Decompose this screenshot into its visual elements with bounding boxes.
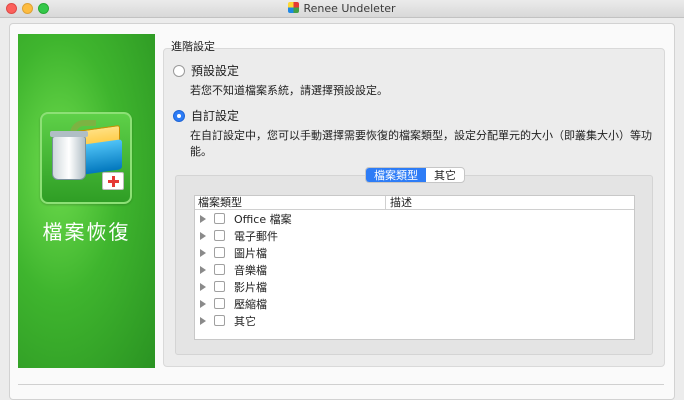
group-title: 進階設定 bbox=[171, 40, 215, 53]
column-header-file-type[interactable]: 檔案類型 bbox=[198, 196, 242, 210]
tab-file-types[interactable]: 檔案類型 bbox=[366, 168, 426, 182]
window-title-text: Renee Undeleter bbox=[303, 2, 396, 15]
row-checkbox[interactable] bbox=[214, 247, 225, 258]
row-label: 影片檔 bbox=[234, 280, 267, 294]
column-header-description[interactable]: 描述 bbox=[385, 196, 412, 210]
table-row[interactable]: 音樂檔 bbox=[195, 261, 634, 278]
custom-settings-label[interactable]: 自訂設定 bbox=[191, 107, 239, 124]
row-label: 壓縮檔 bbox=[234, 297, 267, 311]
row-checkbox[interactable] bbox=[214, 315, 225, 326]
row-checkbox[interactable] bbox=[214, 281, 225, 292]
settings-tab-bar: 檔案類型 其它 bbox=[365, 167, 465, 183]
custom-settings-radio[interactable] bbox=[173, 109, 185, 122]
table-header: 檔案類型 描述 bbox=[195, 196, 634, 210]
file-type-table: 檔案類型 描述 Office 檔案 電子郵件 圖片檔 音樂檔 影片檔 壓縮檔 其… bbox=[194, 195, 635, 340]
expand-arrow-icon[interactable] bbox=[200, 248, 206, 257]
expand-arrow-icon[interactable] bbox=[200, 299, 206, 308]
default-settings-description: 若您不知道檔案系統，請選擇預設設定。 bbox=[190, 84, 388, 97]
default-settings-radio[interactable] bbox=[173, 64, 185, 77]
window-title: Renee Undeleter bbox=[0, 2, 684, 15]
default-settings-option[interactable]: 預設設定 bbox=[173, 62, 239, 79]
row-label: 其它 bbox=[234, 314, 256, 328]
table-row[interactable]: 影片檔 bbox=[195, 278, 634, 295]
custom-settings-option[interactable]: 自訂設定 bbox=[173, 107, 239, 124]
first-aid-icon bbox=[102, 172, 124, 190]
custom-settings-description: 在自訂設定中，您可以手動選擇需要恢復的檔案類型，設定分配單元的大小（即叢集大小）… bbox=[190, 128, 652, 160]
table-row[interactable]: 電子郵件 bbox=[195, 227, 634, 244]
default-settings-label[interactable]: 預設設定 bbox=[191, 62, 239, 79]
row-checkbox[interactable] bbox=[214, 213, 225, 224]
expand-arrow-icon[interactable] bbox=[200, 316, 206, 325]
row-checkbox[interactable] bbox=[214, 230, 225, 241]
bottom-divider bbox=[18, 384, 664, 385]
custom-description-line-1: 在自訂設定中，您可以手動選擇需要恢復的檔案類型，設定分配單元的大小（即叢集大小）… bbox=[190, 129, 652, 142]
table-row[interactable]: 壓縮檔 bbox=[195, 295, 634, 312]
app-logo-icon bbox=[288, 2, 300, 13]
expand-arrow-icon[interactable] bbox=[200, 214, 206, 223]
row-label: 圖片檔 bbox=[234, 246, 267, 260]
row-checkbox[interactable] bbox=[214, 264, 225, 275]
document-icon bbox=[82, 139, 122, 175]
table-row[interactable]: Office 檔案 bbox=[195, 210, 634, 227]
custom-description-line-2: 能。 bbox=[190, 145, 212, 158]
file-recovery-icon[interactable] bbox=[40, 112, 132, 204]
expand-arrow-icon[interactable] bbox=[200, 282, 206, 291]
expand-arrow-icon[interactable] bbox=[200, 265, 206, 274]
table-row[interactable]: 其它 bbox=[195, 312, 634, 329]
table-row[interactable]: 圖片檔 bbox=[195, 244, 634, 261]
tab-other[interactable]: 其它 bbox=[426, 168, 464, 182]
row-checkbox[interactable] bbox=[214, 298, 225, 309]
expand-arrow-icon[interactable] bbox=[200, 231, 206, 240]
row-label: 電子郵件 bbox=[234, 229, 278, 243]
row-label: 音樂檔 bbox=[234, 263, 267, 277]
recycle-bin-icon bbox=[50, 131, 88, 180]
title-bar: Renee Undeleter bbox=[0, 0, 684, 18]
sidebar-label[interactable]: 檔案恢復 bbox=[18, 216, 155, 245]
row-label: Office 檔案 bbox=[234, 212, 292, 226]
sidebar: 檔案恢復 bbox=[18, 34, 155, 368]
